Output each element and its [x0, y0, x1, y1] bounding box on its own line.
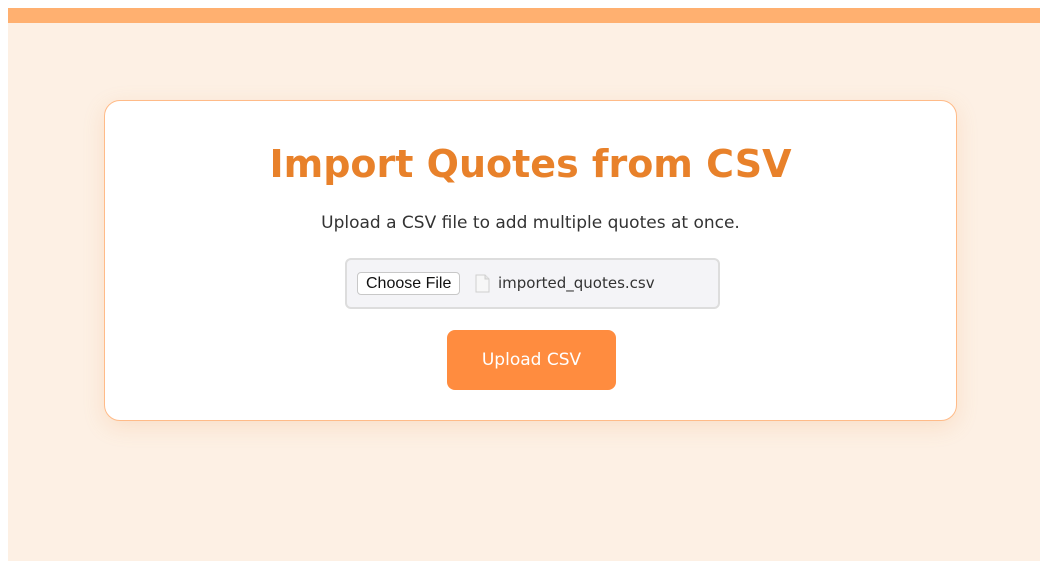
top-accent-bar	[8, 8, 1040, 23]
selected-file-name: imported_quotes.csv	[498, 274, 655, 292]
choose-file-button[interactable]: Choose File	[357, 272, 461, 295]
import-card: Import Quotes from CSV Upload a CSV file…	[104, 100, 957, 421]
page-subtitle: Upload a CSV file to add multiple quotes…	[321, 213, 740, 233]
file-icon	[475, 274, 490, 293]
page-background: Import Quotes from CSV Upload a CSV file…	[8, 8, 1040, 561]
file-input[interactable]: Choose File imported_quotes.csv	[345, 258, 720, 309]
upload-csv-button[interactable]: Upload CSV	[447, 330, 616, 390]
page-title: Import Quotes from CSV	[269, 142, 792, 186]
